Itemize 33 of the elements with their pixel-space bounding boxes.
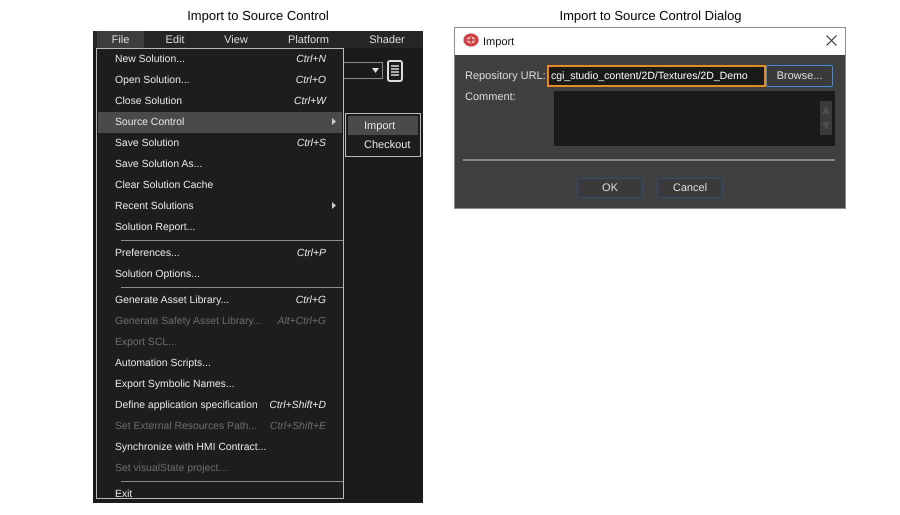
menu-item[interactable]: Exit [98, 484, 342, 505]
menu-item[interactable]: Import [348, 116, 418, 135]
menu-bar-item[interactable]: File [97, 31, 144, 48]
menu-bar-item[interactable]: View [206, 31, 266, 48]
menu-item[interactable]: Solution Report... [98, 217, 342, 238]
window-title: Import [483, 36, 516, 48]
menu-item[interactable]: Checkout [348, 135, 418, 154]
menu-item[interactable]: Define application specification Ctrl+Shift+D [98, 395, 342, 416]
menu-item[interactable]: New Solution... Ctrl+N [98, 49, 342, 70]
menu-bar-item[interactable]: Shader [351, 31, 423, 48]
menu-item[interactable]: Close Solution Ctrl+W [98, 91, 342, 112]
browse-button[interactable]: Browse... [766, 65, 833, 87]
menu-bar-item[interactable]: Edit [144, 31, 206, 48]
menu-item[interactable]: Synchronize with HMI Contract... [98, 437, 342, 458]
menu-item[interactable]: Source Control [98, 112, 342, 133]
caption: Import to Source Control Dialog [559, 8, 742, 22]
url-field[interactable]: cgi_studio_content/2D/Textures/2D_Demo [547, 65, 766, 87]
caption: Import to Source Control [187, 8, 329, 22]
field-label: Repository URL: [465, 70, 547, 82]
menu-item[interactable]: Export Symbolic Names... [98, 374, 342, 395]
cancel-button[interactable]: Cancel [657, 178, 723, 198]
menu-item[interactable]: Save Solution As... [98, 154, 342, 175]
menu-item[interactable]: Recent Solutions [98, 196, 342, 217]
menu-bar-item[interactable]: Platform [266, 31, 351, 48]
menu-item[interactable]: Open Solution... Ctrl+O [98, 70, 342, 91]
ok-button[interactable]: OK [577, 178, 643, 198]
menu-item[interactable]: Preferences... Ctrl+P [98, 243, 342, 264]
field-label: Comment: [465, 91, 517, 105]
menu-item[interactable]: Generate Asset Library... Ctrl+G [98, 290, 342, 311]
menu-item[interactable]: Save Solution Ctrl+S [98, 133, 342, 154]
menu-item[interactable]: Automation Scripts... [98, 353, 342, 374]
menu-item[interactable]: Clear Solution Cache [98, 175, 342, 196]
menu-item[interactable]: Solution Options... [98, 264, 342, 285]
